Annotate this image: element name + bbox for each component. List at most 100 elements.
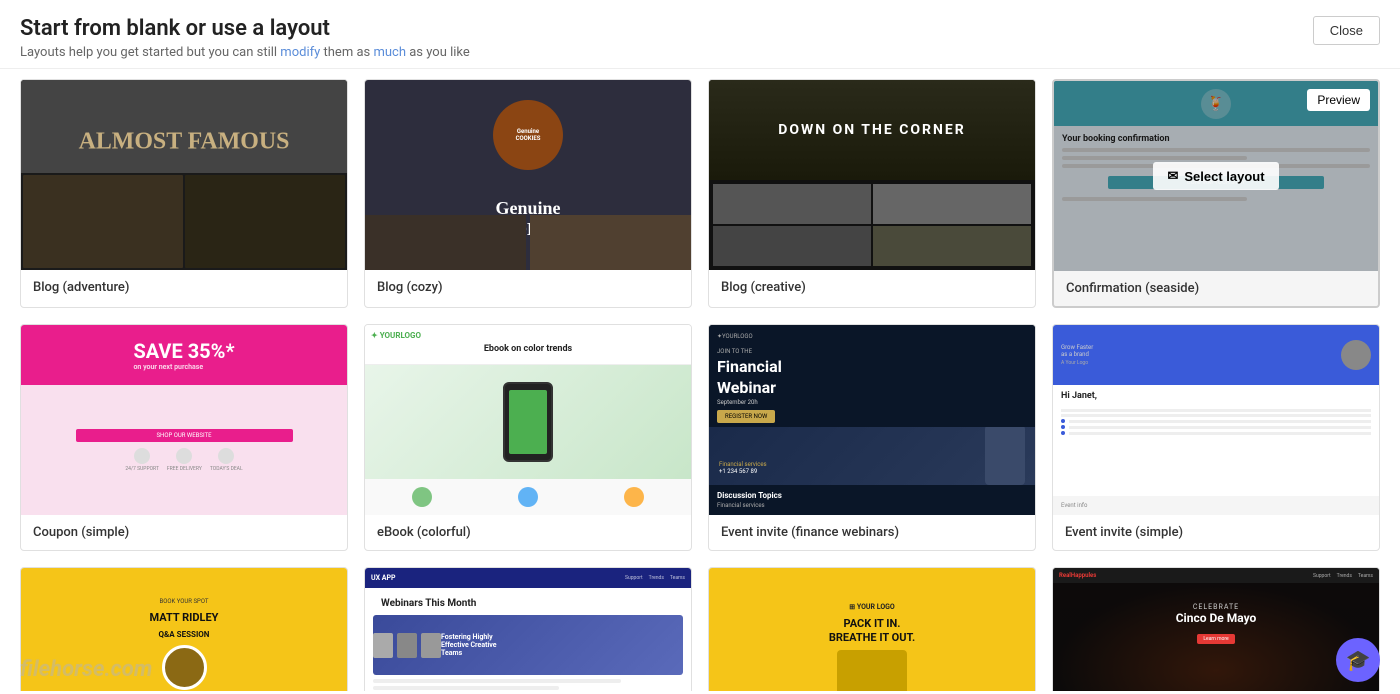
wb-webinar-topic: Fostering HighlyEffective CreativeTeams — [441, 633, 683, 657]
card-thumbnail-blog-creative: Down on the CORNER Preview — [709, 80, 1035, 270]
wb-title: Webinars This Month — [373, 592, 683, 611]
card-blog-adventure[interactable]: Preview Blog (adventure) — [20, 79, 348, 308]
es-logo-label: Grow Fasteras a brand — [1061, 344, 1093, 358]
wb-lines — [373, 679, 683, 690]
es-dot-3 — [1061, 431, 1065, 435]
es-event-title: Hi Janet, — [1053, 385, 1379, 403]
header-left: Start from blank or use a layout Layouts… — [20, 16, 470, 60]
bag-logo: ⊞ YOUR LOGO — [849, 603, 895, 611]
ebook-icons — [365, 479, 691, 515]
preview-button-confirmation[interactable]: Preview — [1307, 89, 1370, 111]
wb-nav-3: Teams — [670, 575, 685, 581]
creative-top: Down on the CORNER — [709, 80, 1035, 180]
card-label-confirmation: Confirmation (seaside) — [1054, 271, 1378, 306]
coupon-circle-1 — [134, 448, 150, 464]
card-blog-creative[interactable]: Down on the CORNER Preview Blog (creativ… — [708, 79, 1036, 308]
card-label-blog-cozy: Blog (cozy) — [365, 270, 691, 305]
card-thumbnail-confirmation: 🍹 Your booking confirmation CONFIRM YOUR… — [1054, 81, 1378, 271]
cinco-nav: Support Trends Teams — [1313, 573, 1373, 579]
card-label-blog-creative: Blog (creative) — [709, 270, 1035, 305]
wb-people — [373, 633, 441, 658]
cinco-header: RealHappules Support Trends Teams — [1053, 568, 1379, 583]
card-thumbnail-event-finance: ✦YOURLOGO JOIN TO THE FinancialWebinar S… — [709, 325, 1035, 515]
coupon-circle-2 — [176, 448, 192, 464]
coupon-icons: 24/7 SUPPORT FREE DELIVERY TODAY'S DEAL — [125, 448, 242, 472]
card-thumbnail-blog-cozy: GenuineCOOKIES GenuineCOOKIES Preview — [365, 80, 691, 270]
card-cinco-mayo[interactable]: RealHappules Support Trends Teams CELEBR… — [1052, 567, 1380, 691]
es-person-circle — [1341, 340, 1371, 370]
es-list-item-2 — [1061, 425, 1371, 429]
ef-main-title: FinancialWebinar — [717, 357, 1027, 399]
card-thumbnail-qa: BOOK YOUR SPOT MATT RIDLEY Q&A SESSION M… — [21, 568, 347, 691]
ef-join-text: JOIN TO THE — [717, 348, 1027, 355]
chat-icon[interactable]: 🎓 — [1336, 638, 1380, 682]
wb-body: Webinars This Month Fostering HighlyEffe… — [365, 588, 691, 691]
bag-headline: PACK IT IN.BREATHE IT OUT. — [829, 617, 915, 643]
ebook-header: ✦ YOURLOGO Ebook on color trends — [365, 325, 691, 365]
select-layout-icon: ✉ — [1167, 168, 1178, 184]
creative-cell-3 — [713, 226, 871, 266]
modify-link[interactable]: modify — [280, 45, 320, 60]
wb-nav: Support Trends Teams — [625, 575, 685, 581]
creative-cell-4 — [873, 226, 1031, 266]
coupon-icon-daily: TODAY'S DEAL — [210, 448, 243, 472]
card-blog-cozy[interactable]: GenuineCOOKIES GenuineCOOKIES Preview Bl… — [364, 79, 692, 308]
coupon-label-1: 24/7 SUPPORT — [125, 466, 159, 472]
card-qa-session[interactable]: BOOK YOUR SPOT MATT RIDLEY Q&A SESSION M… — [20, 567, 348, 691]
ebook-logo: ✦ YOURLOGO — [371, 331, 685, 340]
es-item-line-3 — [1069, 432, 1371, 435]
qa-book-label: BOOK YOUR SPOT — [160, 598, 209, 605]
es-header: Grow Fasteras a brand A Your Logo — [1053, 325, 1379, 385]
select-layout-button[interactable]: ✉ Select layout — [1153, 162, 1278, 190]
card-coupon-simple[interactable]: SAVE 35%* on your next purchase SHOP OUR… — [20, 324, 348, 551]
creative-grid — [709, 180, 1035, 270]
thumb-ebook: ✦ YOURLOGO Ebook on color trends — [365, 325, 691, 515]
much-link[interactable]: much — [373, 45, 406, 60]
card-ebook-colorful[interactable]: ✦ YOURLOGO Ebook on color trends — [364, 324, 692, 551]
thumb-qa: BOOK YOUR SPOT MATT RIDLEY Q&A SESSION M… — [21, 568, 347, 691]
card-label-event-finance: Event invite (finance webinars) — [709, 515, 1035, 550]
es-dot-1 — [1061, 419, 1065, 423]
coupon-label-2: FREE DELIVERY — [167, 466, 202, 472]
coupon-btn: SHOP OUR WEBSITE — [76, 429, 293, 442]
thumb-cinco: RealHappules Support Trends Teams CELEBR… — [1053, 568, 1379, 691]
card-confirmation-seaside[interactable]: 🍹 Your booking confirmation CONFIRM YOUR… — [1052, 79, 1380, 308]
select-layout-label: Select layout — [1184, 169, 1264, 184]
coupon-circle-3 — [218, 448, 234, 464]
page-header: Start from blank or use a layout Layouts… — [0, 0, 1400, 69]
wb-nav-2: Trends — [649, 575, 664, 581]
ebook-icon-2 — [518, 487, 538, 507]
close-button[interactable]: Close — [1313, 16, 1380, 45]
cozy-images — [365, 215, 691, 270]
wb-image: Fostering HighlyEffective CreativeTeams — [373, 615, 683, 675]
es-footer: Event info — [1053, 496, 1379, 515]
wb-text-block: Fostering HighlyEffective CreativeTeams — [441, 633, 683, 657]
cinco-cta-btn: Learn more — [1197, 634, 1234, 644]
card-bag[interactable]: ⊞ YOUR LOGO PACK IT IN.BREATHE IT OUT. S… — [708, 567, 1036, 691]
card-thumbnail-cinco: RealHappules Support Trends Teams CELEBR… — [1053, 568, 1379, 691]
coupon-sub: on your next purchase — [133, 363, 234, 371]
wb-text-line-1 — [373, 679, 621, 683]
card-thumbnail-event-simple: Grow Fasteras a brand A Your Logo Hi Jan… — [1053, 325, 1379, 515]
coupon-icon-delivery: FREE DELIVERY — [167, 448, 202, 472]
layout-content: Preview Blog (adventure) GenuineCOOKIES … — [0, 69, 1400, 691]
es-item-line-1 — [1069, 420, 1371, 423]
ef-logo-text: ✦YOURLOGO — [717, 333, 753, 340]
es-line-1 — [1061, 409, 1371, 412]
card-thumbnail-blog-adventure: Preview — [21, 80, 347, 270]
thumb-blog-cozy: GenuineCOOKIES GenuineCOOKIES — [365, 80, 691, 270]
card-thumbnail-bag: ⊞ YOUR LOGO PACK IT IN.BREATHE IT OUT. S… — [709, 568, 1035, 691]
creative-cell-1 — [713, 184, 871, 224]
thumb-bag: ⊞ YOUR LOGO PACK IT IN.BREATHE IT OUT. S… — [709, 568, 1035, 691]
es-item-line-2 — [1069, 426, 1371, 429]
es-line-2 — [1061, 414, 1371, 417]
ef-bottom-text: Discussion Topics Financial services — [709, 485, 1035, 515]
card-label-blog-adventure: Blog (adventure) — [21, 270, 347, 305]
card-thumbnail-coupon: SAVE 35%* on your next purchase SHOP OUR… — [21, 325, 347, 515]
card-event-finance[interactable]: ✦YOURLOGO JOIN TO THE FinancialWebinar S… — [708, 324, 1036, 551]
card-webinar[interactable]: UX APP Support Trends Teams Webinars Thi… — [364, 567, 692, 691]
wb-text-line-2 — [373, 686, 559, 690]
card-event-simple[interactable]: Grow Fasteras a brand A Your Logo Hi Jan… — [1052, 324, 1380, 551]
ebook-icon-1 — [412, 487, 432, 507]
cozy-img-2 — [530, 215, 691, 270]
